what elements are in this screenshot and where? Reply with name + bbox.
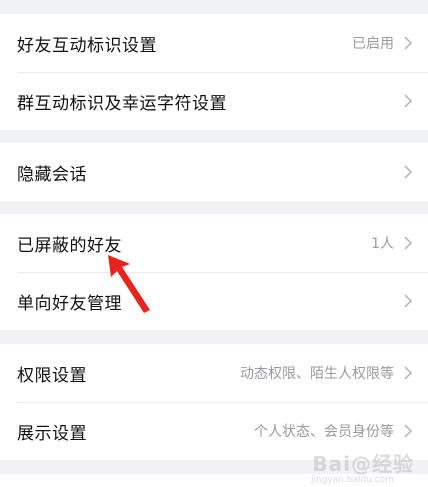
row-group-interaction-lucky-char[interactable]: 群互动标识及幸运字符设置 <box>0 72 428 130</box>
row-one-way-friends[interactable]: 单向好友管理 <box>0 272 428 330</box>
settings-group-privacy: 权限设置 动态权限、陌生人权限等 展示设置 个人状态、会员身份等 <box>0 344 428 460</box>
row-blocked-friends[interactable]: 已屏蔽的好友 1人 <box>0 214 428 272</box>
annotation-arrow-icon <box>108 255 150 313</box>
row-value: 1人 <box>371 236 394 252</box>
chevron-right-icon <box>404 94 412 108</box>
row-label: 权限设置 <box>17 365 87 386</box>
chevron-right-icon <box>404 36 412 50</box>
chevron-right-icon <box>404 165 412 179</box>
row-friend-interaction-badge[interactable]: 好友互动标识设置 已启用 <box>0 14 428 72</box>
row-label: 群互动标识及幸运字符设置 <box>17 93 227 114</box>
chevron-right-icon <box>404 236 412 250</box>
watermark-url: jingyan.baidu.com <box>310 475 394 485</box>
chevron-right-icon <box>404 366 412 380</box>
watermark-logo: Bai@经验 <box>312 452 414 476</box>
settings-screen: 好友互动标识设置 已启用 群互动标识及幸运字符设置 隐藏会话 已屏蔽的好友 1人… <box>0 0 428 487</box>
chevron-right-icon <box>404 424 412 438</box>
row-permission-settings[interactable]: 权限设置 动态权限、陌生人权限等 <box>0 344 428 402</box>
row-label: 隐藏会话 <box>17 164 87 185</box>
row-hidden-conversations[interactable]: 隐藏会话 <box>0 143 428 201</box>
row-value: 动态权限、陌生人权限等 <box>240 366 394 382</box>
chevron-right-icon <box>404 294 412 308</box>
row-value: 已启用 <box>352 36 394 52</box>
row-value: 个人状态、会员身份等 <box>254 424 394 440</box>
settings-group-hidden: 隐藏会话 <box>0 143 428 201</box>
settings-group-interaction: 好友互动标识设置 已启用 群互动标识及幸运字符设置 <box>0 14 428 130</box>
row-label: 展示设置 <box>17 423 87 444</box>
settings-group-friends: 已屏蔽的好友 1人 单向好友管理 <box>0 214 428 330</box>
row-label: 好友互动标识设置 <box>17 35 157 56</box>
